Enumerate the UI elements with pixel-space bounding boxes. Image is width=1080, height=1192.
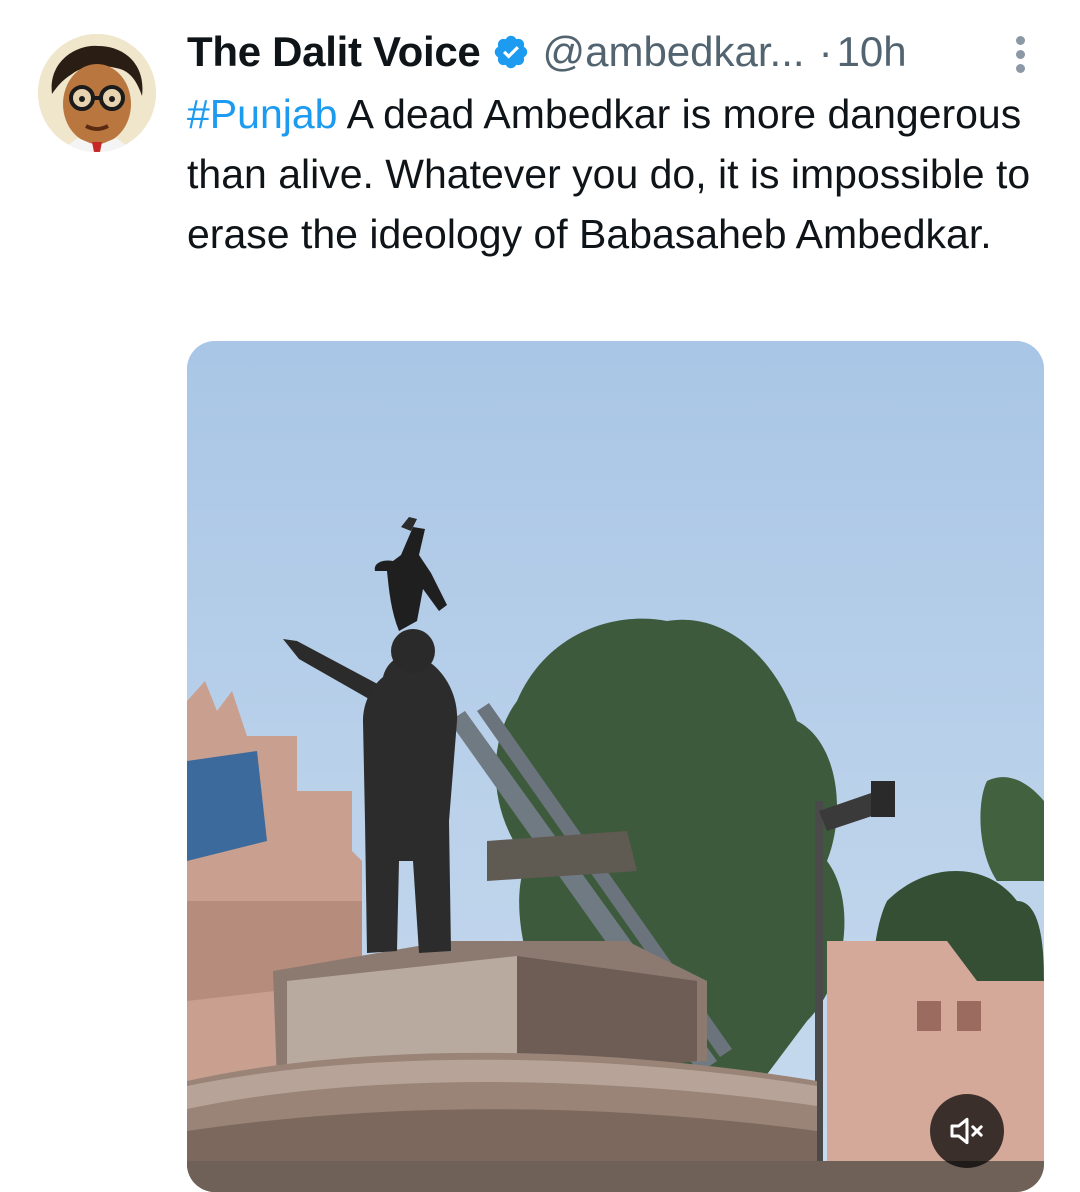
display-name[interactable]: The Dalit Voice — [187, 24, 481, 80]
hashtag-link[interactable]: #Punjab — [187, 91, 337, 137]
avatar-illustration — [38, 34, 156, 152]
timestamp[interactable]: 10h — [837, 24, 907, 80]
mute-toggle-button[interactable] — [930, 1094, 1004, 1168]
profile-avatar[interactable] — [38, 34, 156, 152]
separator-dot: · — [818, 28, 833, 75]
more-options-icon[interactable] — [1010, 36, 1030, 78]
tweet-header: The Dalit Voice @ambedkar... · 10h — [187, 24, 1040, 80]
video-player[interactable] — [187, 341, 1044, 1192]
speaker-muted-icon — [950, 1117, 983, 1145]
user-handle[interactable]: @ambedkar... — [542, 24, 804, 80]
tweet-text: #Punjab A dead Ambedkar is more dangerou… — [187, 84, 1057, 264]
verified-badge-icon — [492, 33, 530, 71]
video-frame — [187, 341, 1044, 1192]
